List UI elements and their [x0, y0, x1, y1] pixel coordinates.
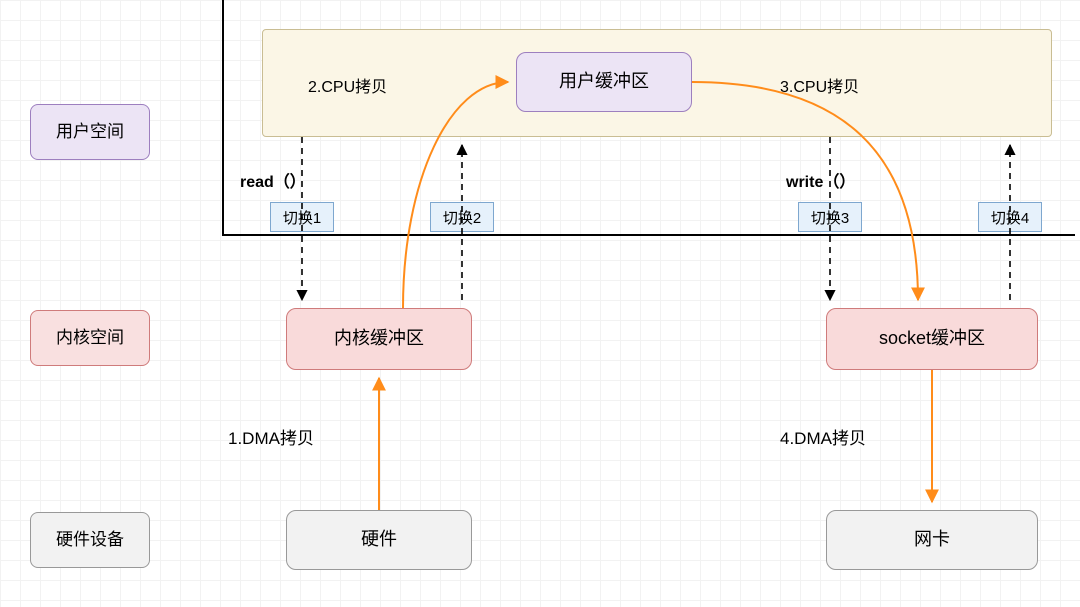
user-buffer-box: 用户缓冲区 [516, 52, 692, 112]
switch-1: 切换1 [270, 202, 334, 232]
kernel-buffer-box: 内核缓冲区 [286, 308, 472, 370]
switch-3: 切换3 [798, 202, 862, 232]
nic-box: 网卡 [826, 510, 1038, 570]
diagram-canvas: 用户空间 内核空间 硬件设备 2.CPU拷贝 用户缓冲区 3.CPU拷贝 rea… [0, 0, 1080, 607]
category-kernel-space: 内核空间 [30, 310, 150, 366]
switch-2: 切换2 [430, 202, 494, 232]
label-dma-4: 4.DMA拷贝 [780, 424, 866, 449]
switch-4: 切换4 [978, 202, 1042, 232]
label-cpu-copy-2: 2.CPU拷贝 [308, 73, 387, 97]
category-hardware-devices: 硬件设备 [30, 512, 150, 568]
category-user-space: 用户空间 [30, 104, 150, 160]
socket-buffer-box: socket缓冲区 [826, 308, 1038, 370]
label-dma-1: 1.DMA拷贝 [228, 424, 314, 449]
label-read-syscall: read（） [240, 168, 306, 192]
label-write-syscall: write（） [786, 168, 855, 192]
label-cpu-copy-3: 3.CPU拷贝 [780, 73, 859, 97]
hardware-box: 硬件 [286, 510, 472, 570]
